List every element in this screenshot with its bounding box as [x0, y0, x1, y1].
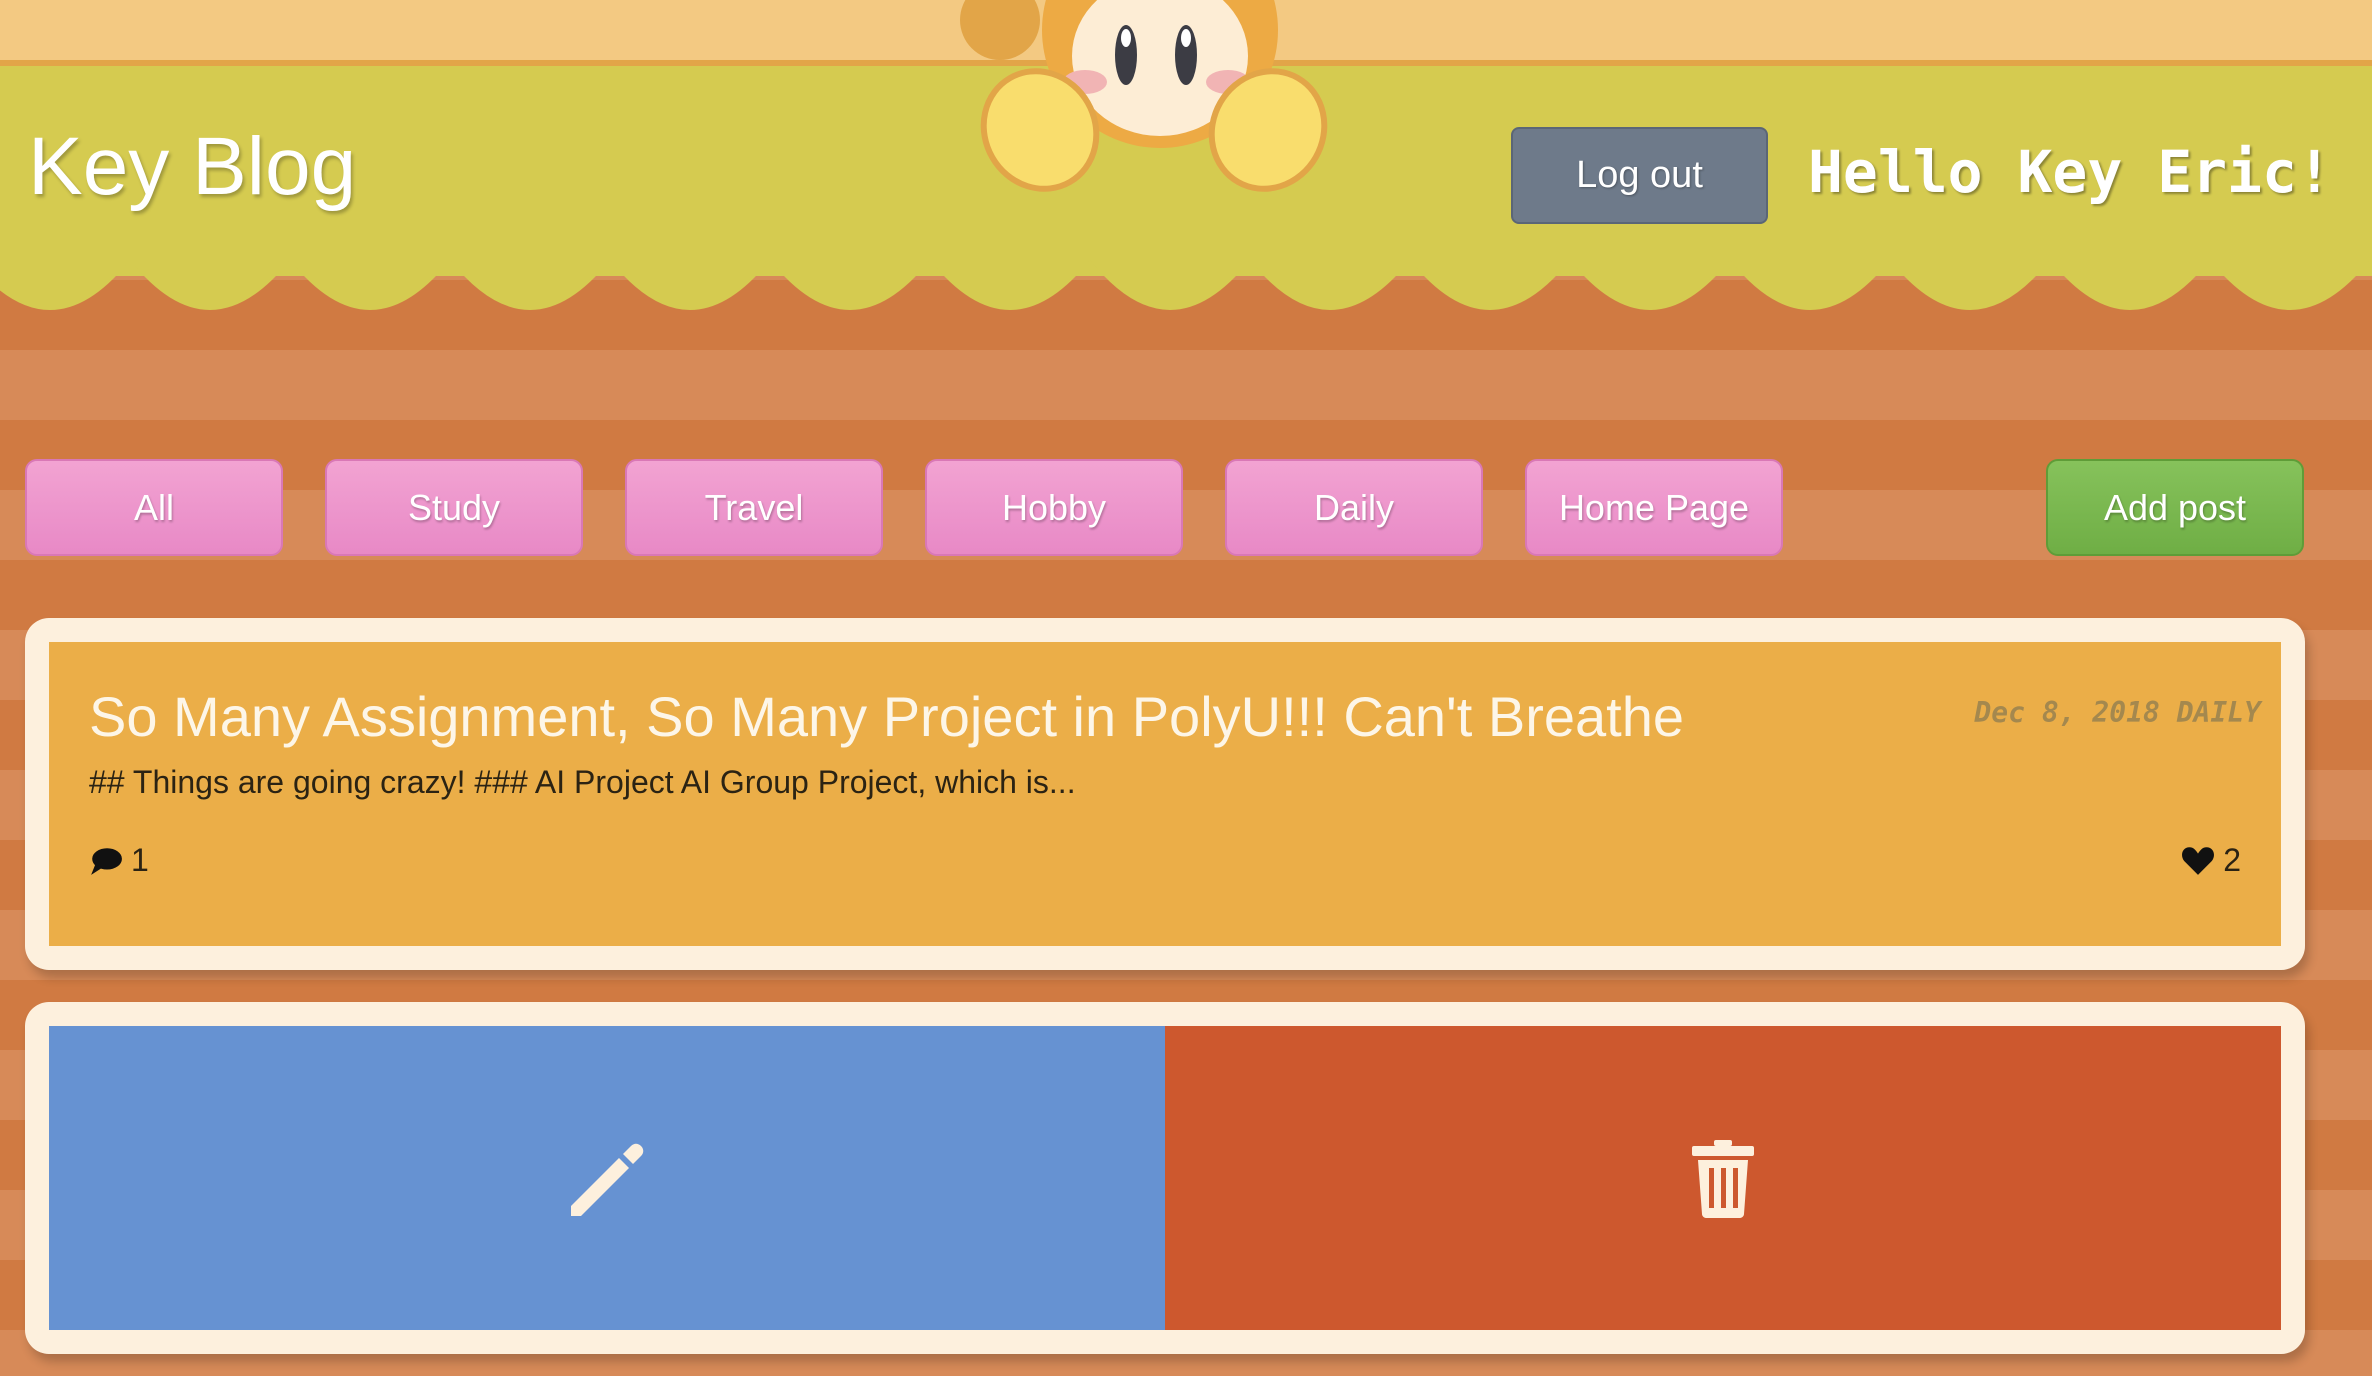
- post-content[interactable]: So Many Assignment, So Many Project in P…: [49, 642, 2281, 946]
- comment-icon: [91, 847, 122, 875]
- user-greeting: Hello Key Eric!: [1808, 138, 2332, 206]
- like-count-value: 2: [2223, 842, 2241, 878]
- waddle-dee-mascot: [960, 0, 1328, 192]
- category-daily-button[interactable]: Daily: [1225, 459, 1483, 556]
- comment-count-value: 1: [131, 842, 149, 878]
- site-title[interactable]: Key Blog: [28, 120, 356, 214]
- home-page-button[interactable]: Home Page: [1525, 459, 1783, 556]
- category-travel-button[interactable]: Travel: [625, 459, 883, 556]
- pencil-icon: [571, 1143, 644, 1216]
- category-study-button[interactable]: Study: [325, 459, 583, 556]
- like-count[interactable]: 2: [2181, 842, 2241, 879]
- post-meta: Dec 8, 2018 DAILY: [1974, 696, 2261, 729]
- post-card[interactable]: So Many Assignment, So Many Project in P…: [25, 618, 2305, 970]
- post-title[interactable]: So Many Assignment, So Many Project in P…: [89, 684, 1684, 749]
- logout-button[interactable]: Log out: [1511, 127, 1768, 224]
- heart-icon: [2182, 846, 2215, 875]
- category-all-button[interactable]: All: [25, 459, 283, 556]
- add-post-button[interactable]: Add post: [2046, 459, 2304, 556]
- trash-icon: [1692, 1140, 1754, 1218]
- post-excerpt: ## Things are going crazy! ### AI Projec…: [89, 764, 1076, 800]
- post-category: DAILY: [2176, 696, 2261, 729]
- post-date: Dec 8, 2018: [1974, 696, 2160, 729]
- edit-post-button[interactable]: [49, 1026, 1165, 1330]
- comment-count[interactable]: 1: [89, 842, 149, 879]
- delete-post-button[interactable]: [1165, 1026, 2281, 1330]
- category-hobby-button[interactable]: Hobby: [925, 459, 1183, 556]
- post-actions-card: [25, 1002, 2305, 1354]
- header-scallop-border: [0, 260, 2372, 310]
